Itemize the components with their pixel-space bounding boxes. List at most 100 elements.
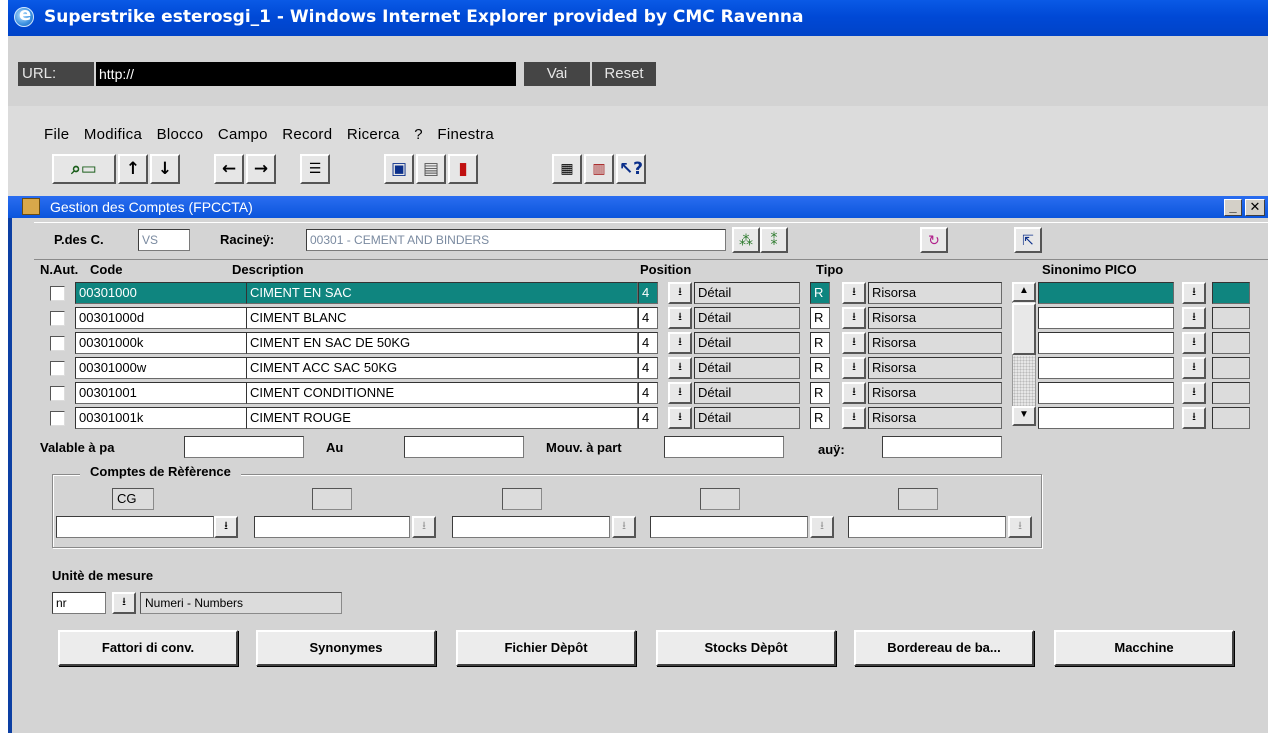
- copy-icon[interactable]: ▥: [584, 154, 614, 184]
- table-row[interactable]: 00301000w CIMENT ACC SAC 50KG 4 ⭳ Détail…: [50, 356, 1250, 380]
- tipo-code-cell[interactable]: R: [810, 407, 830, 429]
- tree-expand-icon[interactable]: ⁂: [732, 227, 760, 253]
- mouv-field[interactable]: [664, 436, 784, 458]
- code-cell[interactable]: 00301001: [75, 382, 247, 404]
- description-cell[interactable]: CIMENT CONDITIONNE: [246, 382, 638, 404]
- menu-file[interactable]: File: [44, 126, 69, 143]
- scroll-track[interactable]: [1013, 356, 1035, 406]
- naut-checkbox[interactable]: [50, 286, 65, 301]
- naut-checkbox[interactable]: [50, 386, 65, 401]
- list-icon[interactable]: ☰: [300, 154, 330, 184]
- ref-field-3[interactable]: [452, 516, 610, 538]
- fattori-button[interactable]: Fattori di conv.: [58, 630, 238, 666]
- naut-checkbox[interactable]: [50, 411, 65, 426]
- pdc-field[interactable]: VS: [138, 229, 190, 251]
- extra-cell[interactable]: [1212, 307, 1250, 329]
- menu-help[interactable]: ?: [414, 126, 423, 143]
- menu-finestra[interactable]: Finestra: [437, 126, 494, 143]
- bordereau-button[interactable]: Bordereau de ba...: [854, 630, 1034, 666]
- position-dropdown-icon[interactable]: ⭳: [668, 332, 692, 354]
- ref-field-5[interactable]: [848, 516, 1006, 538]
- go-button[interactable]: Vai: [524, 62, 590, 86]
- auy-field[interactable]: [882, 436, 1002, 458]
- description-cell[interactable]: CIMENT ROUGE: [246, 407, 638, 429]
- save-icon[interactable]: ▣: [384, 154, 414, 184]
- enter-query-icon[interactable]: ⌕▭: [52, 154, 116, 184]
- scroll-down-icon[interactable]: ▼: [1012, 406, 1036, 426]
- sinonimo-dropdown-icon[interactable]: ⭳: [1182, 407, 1206, 429]
- extra-cell[interactable]: [1212, 382, 1250, 404]
- scroll-up-icon[interactable]: ▲: [1012, 282, 1036, 302]
- menu-record[interactable]: Record: [282, 126, 332, 143]
- synonymes-button[interactable]: Synonymes: [256, 630, 436, 666]
- delete-icon[interactable]: ▤: [416, 154, 446, 184]
- sinonimo-cell[interactable]: [1038, 332, 1174, 354]
- sinonimo-dropdown-icon[interactable]: ⭳: [1182, 382, 1206, 404]
- minimize-button[interactable]: _: [1224, 199, 1242, 216]
- close-button[interactable]: ✕: [1245, 199, 1265, 216]
- position-dropdown-icon[interactable]: ⭳: [668, 307, 692, 329]
- tipo-dropdown-icon[interactable]: ⭳: [842, 332, 866, 354]
- arrow-right-icon[interactable]: →: [246, 154, 276, 184]
- position-code-cell[interactable]: 4: [638, 332, 658, 354]
- table-row[interactable]: 00301000k CIMENT EN SAC DE 50KG 4 ⭳ Déta…: [50, 331, 1250, 355]
- position-dropdown-icon[interactable]: ⭳: [668, 382, 692, 404]
- description-cell[interactable]: CIMENT ACC SAC 50KG: [246, 357, 638, 379]
- code-cell[interactable]: 00301000k: [75, 332, 247, 354]
- sinonimo-dropdown-icon[interactable]: ⭳: [1182, 332, 1206, 354]
- code-cell[interactable]: 00301001k: [75, 407, 247, 429]
- valid-from-field[interactable]: [184, 436, 304, 458]
- naut-checkbox[interactable]: [50, 311, 65, 326]
- table-row[interactable]: 00301000 CIMENT EN SAC 4 ⭳ Détail R ⭳ Ri…: [50, 281, 1250, 305]
- extra-cell[interactable]: [1212, 332, 1250, 354]
- tipo-code-cell[interactable]: R: [810, 357, 830, 379]
- ref-field-2[interactable]: [254, 516, 410, 538]
- menu-campo[interactable]: Campo: [218, 126, 268, 143]
- position-code-cell[interactable]: 4: [638, 307, 658, 329]
- arrow-up-icon[interactable]: ↑: [118, 154, 148, 184]
- arrow-left-icon[interactable]: ←: [214, 154, 244, 184]
- clipboard-icon[interactable]: ▦: [552, 154, 582, 184]
- valid-to-field[interactable]: [404, 436, 524, 458]
- table-row[interactable]: 00301001 CIMENT CONDITIONNE 4 ⭳ Détail R…: [50, 381, 1250, 405]
- ref-code-4[interactable]: [700, 488, 740, 510]
- position-code-cell[interactable]: 4: [638, 382, 658, 404]
- tipo-dropdown-icon[interactable]: ⭳: [842, 407, 866, 429]
- extra-cell[interactable]: [1212, 282, 1250, 304]
- position-code-cell[interactable]: 4: [638, 357, 658, 379]
- code-cell[interactable]: 00301000: [75, 282, 247, 304]
- naut-checkbox[interactable]: [50, 361, 65, 376]
- ref-dropdown-5-icon[interactable]: ⭳: [1008, 516, 1032, 538]
- sinonimo-cell[interactable]: [1038, 307, 1174, 329]
- tipo-dropdown-icon[interactable]: ⭳: [842, 307, 866, 329]
- description-cell[interactable]: CIMENT EN SAC DE 50KG: [246, 332, 638, 354]
- ref-dropdown-1-icon[interactable]: ⭳: [214, 516, 238, 538]
- sinonimo-dropdown-icon[interactable]: ⭳: [1182, 307, 1206, 329]
- export-icon[interactable]: ⇱: [1014, 227, 1042, 253]
- sinonimo-cell[interactable]: [1038, 382, 1174, 404]
- description-cell[interactable]: CIMENT EN SAC: [246, 282, 638, 304]
- table-row[interactable]: 00301000d CIMENT BLANC 4 ⭳ Détail R ⭳ Ri…: [50, 306, 1250, 330]
- extra-cell[interactable]: [1212, 357, 1250, 379]
- ref-dropdown-4-icon[interactable]: ⭳: [810, 516, 834, 538]
- ref-field-1[interactable]: [56, 516, 214, 538]
- tipo-code-cell[interactable]: R: [810, 382, 830, 404]
- sinonimo-cell[interactable]: [1038, 407, 1174, 429]
- exit-icon[interactable]: ▮: [448, 154, 478, 184]
- arrow-down-icon[interactable]: ↓: [150, 154, 180, 184]
- ref-dropdown-2-icon[interactable]: ⭳: [412, 516, 436, 538]
- root-field[interactable]: 00301 - CEMENT AND BINDERS: [306, 229, 726, 251]
- position-dropdown-icon[interactable]: ⭳: [668, 282, 692, 304]
- sinonimo-dropdown-icon[interactable]: ⭳: [1182, 357, 1206, 379]
- fichier-depot-button[interactable]: Fichier Dèpôt: [456, 630, 636, 666]
- menu-ricerca[interactable]: Ricerca: [347, 126, 400, 143]
- ref-code-3[interactable]: [502, 488, 542, 510]
- tipo-code-cell[interactable]: R: [810, 332, 830, 354]
- position-code-cell[interactable]: 4: [638, 407, 658, 429]
- menu-modifica[interactable]: Modifica: [84, 126, 142, 143]
- tipo-dropdown-icon[interactable]: ⭳: [842, 357, 866, 379]
- stocks-depot-button[interactable]: Stocks Dèpôt: [656, 630, 836, 666]
- table-row[interactable]: 00301001k CIMENT ROUGE 4 ⭳ Détail R ⭳ Ri…: [50, 406, 1250, 430]
- ref-code-5[interactable]: [898, 488, 938, 510]
- sinonimo-cell[interactable]: [1038, 357, 1174, 379]
